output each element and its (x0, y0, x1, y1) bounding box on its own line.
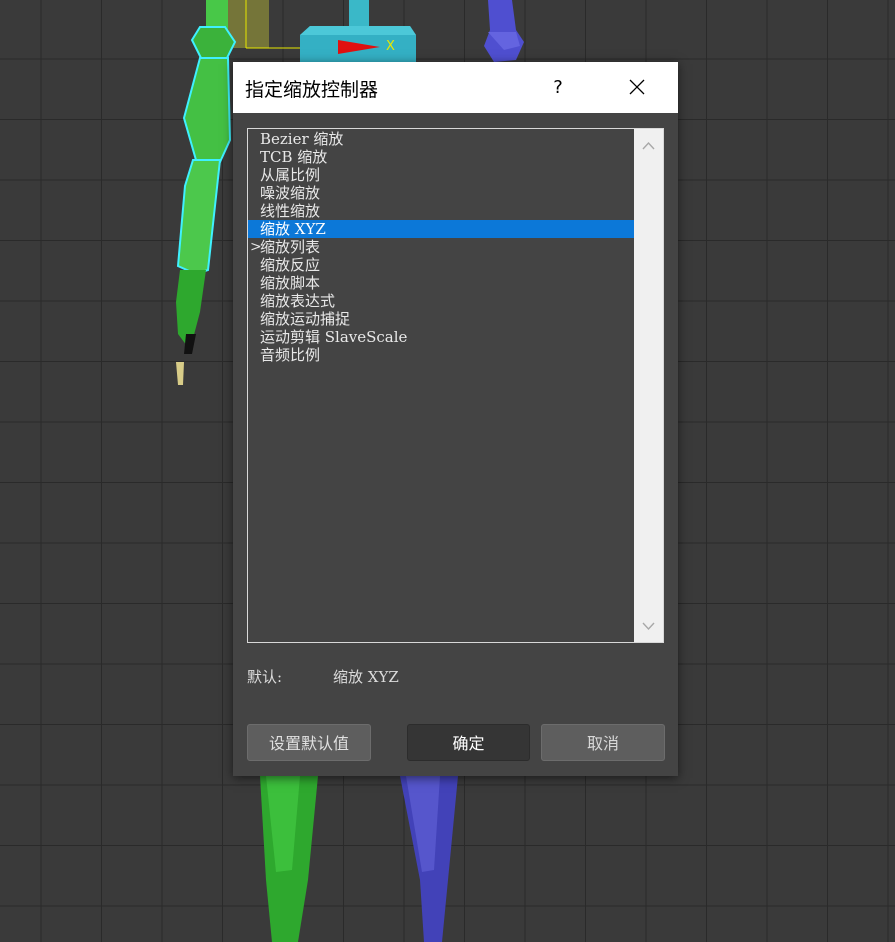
default-value: 缩放 XYZ (333, 668, 399, 686)
list-item-label: 运动剪辑 SlaveScale (260, 328, 408, 346)
green-leg-bone[interactable] (260, 776, 318, 942)
list-item-label: 缩放运动捕捉 (260, 310, 351, 328)
set-default-button[interactable]: 设置默认值 (247, 724, 371, 761)
dialog-titlebar[interactable]: 指定缩放控制器 ? (233, 62, 678, 113)
green-arm-bone[interactable] (176, 0, 237, 385)
close-button[interactable] (619, 72, 655, 104)
close-icon (629, 79, 645, 95)
dialog-title: 指定缩放控制器 (245, 79, 379, 101)
list-item[interactable]: > 缩放列表 (248, 238, 635, 256)
list-item-label: Bezier 缩放 (260, 130, 344, 148)
list-item[interactable]: 从属比例 (248, 166, 635, 184)
chevron-up-icon (642, 141, 655, 150)
list-item-label: 从属比例 (260, 166, 321, 184)
list-item-label: 线性缩放 (260, 202, 321, 220)
list-item[interactable]: 缩放脚本 (248, 274, 635, 292)
list-item-label: TCB 缩放 (260, 148, 328, 166)
chevron-down-icon (642, 622, 655, 631)
default-label: 默认: (247, 668, 283, 686)
list-item[interactable]: 缩放反应 (248, 256, 635, 274)
list-item[interactable]: TCB 缩放 (248, 148, 635, 166)
list-item-label: 缩放列表 (260, 238, 321, 256)
list-item[interactable]: 噪波缩放 (248, 184, 635, 202)
listbox-scrollbar[interactable] (634, 129, 663, 642)
list-item-label: 缩放表达式 (260, 292, 336, 310)
list-item-label: 噪波缩放 (260, 184, 321, 202)
scroll-up-button[interactable] (634, 131, 663, 161)
list-item-label: 缩放反应 (260, 256, 321, 274)
list-item[interactable]: 音频比例 (248, 346, 635, 364)
list-item[interactable]: 线性缩放 (248, 202, 635, 220)
blue-arm-bone-upper[interactable] (484, 0, 524, 62)
list-item[interactable]: 缩放运动捕捉 (248, 310, 635, 328)
cancel-button[interactable]: 取消 (541, 724, 665, 761)
scroll-down-button[interactable] (634, 611, 663, 641)
ok-button[interactable]: 确定 (407, 724, 530, 761)
list-item-label: 缩放 XYZ (260, 220, 326, 238)
assign-scale-controller-dialog: 指定缩放控制器 ? Bezier 缩放 TCB 缩放 从属比例 噪波缩放 线性缩放 缩放 … (233, 62, 678, 776)
teal-pelvis-object[interactable] (300, 0, 416, 62)
list-item-selected[interactable]: 缩放 XYZ (248, 220, 635, 238)
controller-listbox[interactable]: Bezier 缩放 TCB 缩放 从属比例 噪波缩放 线性缩放 缩放 XYZ > 缩放列表 缩放… (247, 128, 664, 643)
list-item[interactable]: 运动剪辑 SlaveScale (248, 328, 635, 346)
blue-leg-bone[interactable] (400, 776, 458, 942)
list-item[interactable]: 缩放表达式 (248, 292, 635, 310)
list-item-label: 缩放脚本 (260, 274, 321, 292)
list-item[interactable]: Bezier 缩放 (248, 130, 635, 148)
list-item-label: 音频比例 (260, 346, 321, 364)
help-button[interactable]: ? (543, 74, 573, 102)
x-axis-label: X (386, 39, 395, 54)
